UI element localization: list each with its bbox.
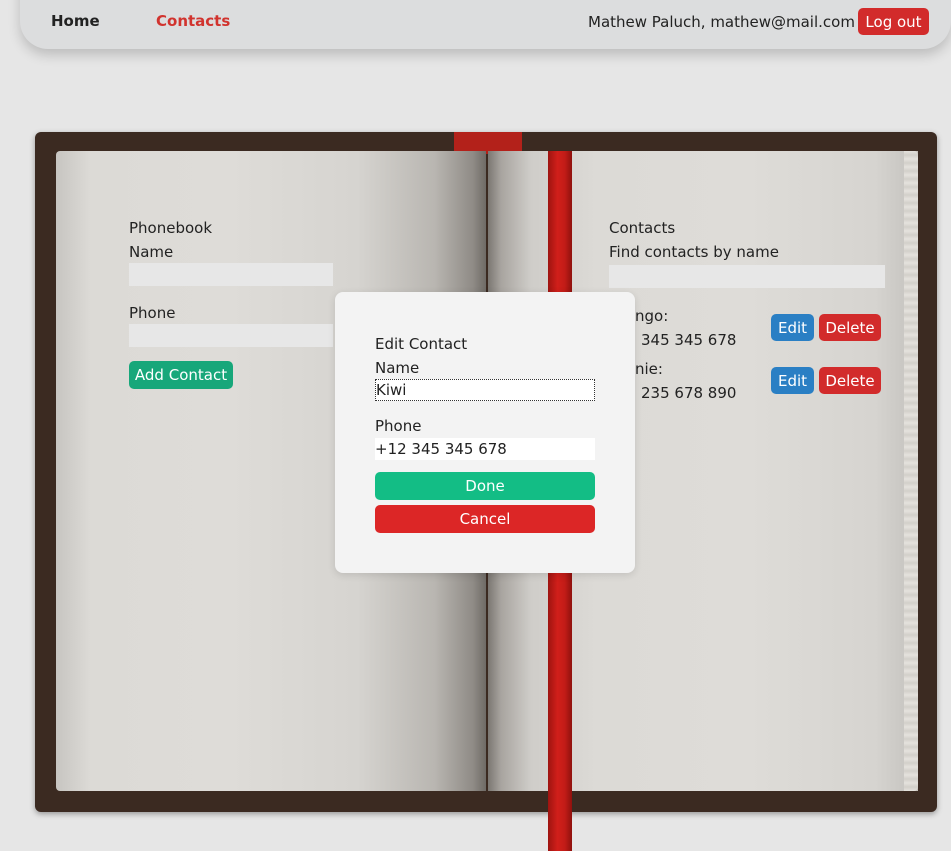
modal-phone-label: Phone: [375, 417, 422, 435]
logout-button[interactable]: Log out: [858, 8, 929, 35]
edit-contact-button[interactable]: Edit: [771, 367, 814, 394]
contact-name: nie:: [635, 360, 663, 378]
modal-name-label: Name: [375, 359, 420, 377]
user-info: Mathew Paluch, mathew@mail.com: [588, 13, 855, 31]
contacts-title: Contacts: [609, 219, 676, 237]
torn-page-edge: [904, 151, 918, 791]
contact-phone: 345 345 678: [641, 331, 737, 349]
phonebook-title: Phonebook: [129, 219, 213, 237]
modal-title: Edit Contact: [375, 335, 468, 353]
contact-name: ngo:: [635, 307, 669, 325]
contact-phone: 235 678 890: [641, 384, 737, 402]
delete-contact-button[interactable]: Delete: [819, 367, 881, 394]
phone-input[interactable]: [129, 324, 333, 347]
done-button[interactable]: Done: [375, 472, 595, 500]
nav-home-link[interactable]: Home: [51, 12, 100, 30]
delete-contact-button[interactable]: Delete: [819, 314, 881, 341]
cancel-button[interactable]: Cancel: [375, 505, 595, 533]
modal-name-input[interactable]: [375, 379, 595, 401]
name-input[interactable]: [129, 263, 333, 286]
edit-contact-modal: Edit Contact Name Phone Done Cancel: [335, 292, 635, 573]
filter-input[interactable]: [609, 265, 885, 288]
phone-label: Phone: [129, 304, 176, 322]
nav-contacts-link[interactable]: Contacts: [156, 12, 230, 30]
edit-contact-button[interactable]: Edit: [771, 314, 814, 341]
add-contact-button[interactable]: Add Contact: [129, 361, 233, 389]
filter-label: Find contacts by name: [609, 243, 779, 261]
top-navbar: Home Contacts Mathew Paluch, mathew@mail…: [20, 0, 951, 49]
name-label: Name: [129, 243, 174, 261]
modal-phone-input[interactable]: [375, 438, 595, 460]
